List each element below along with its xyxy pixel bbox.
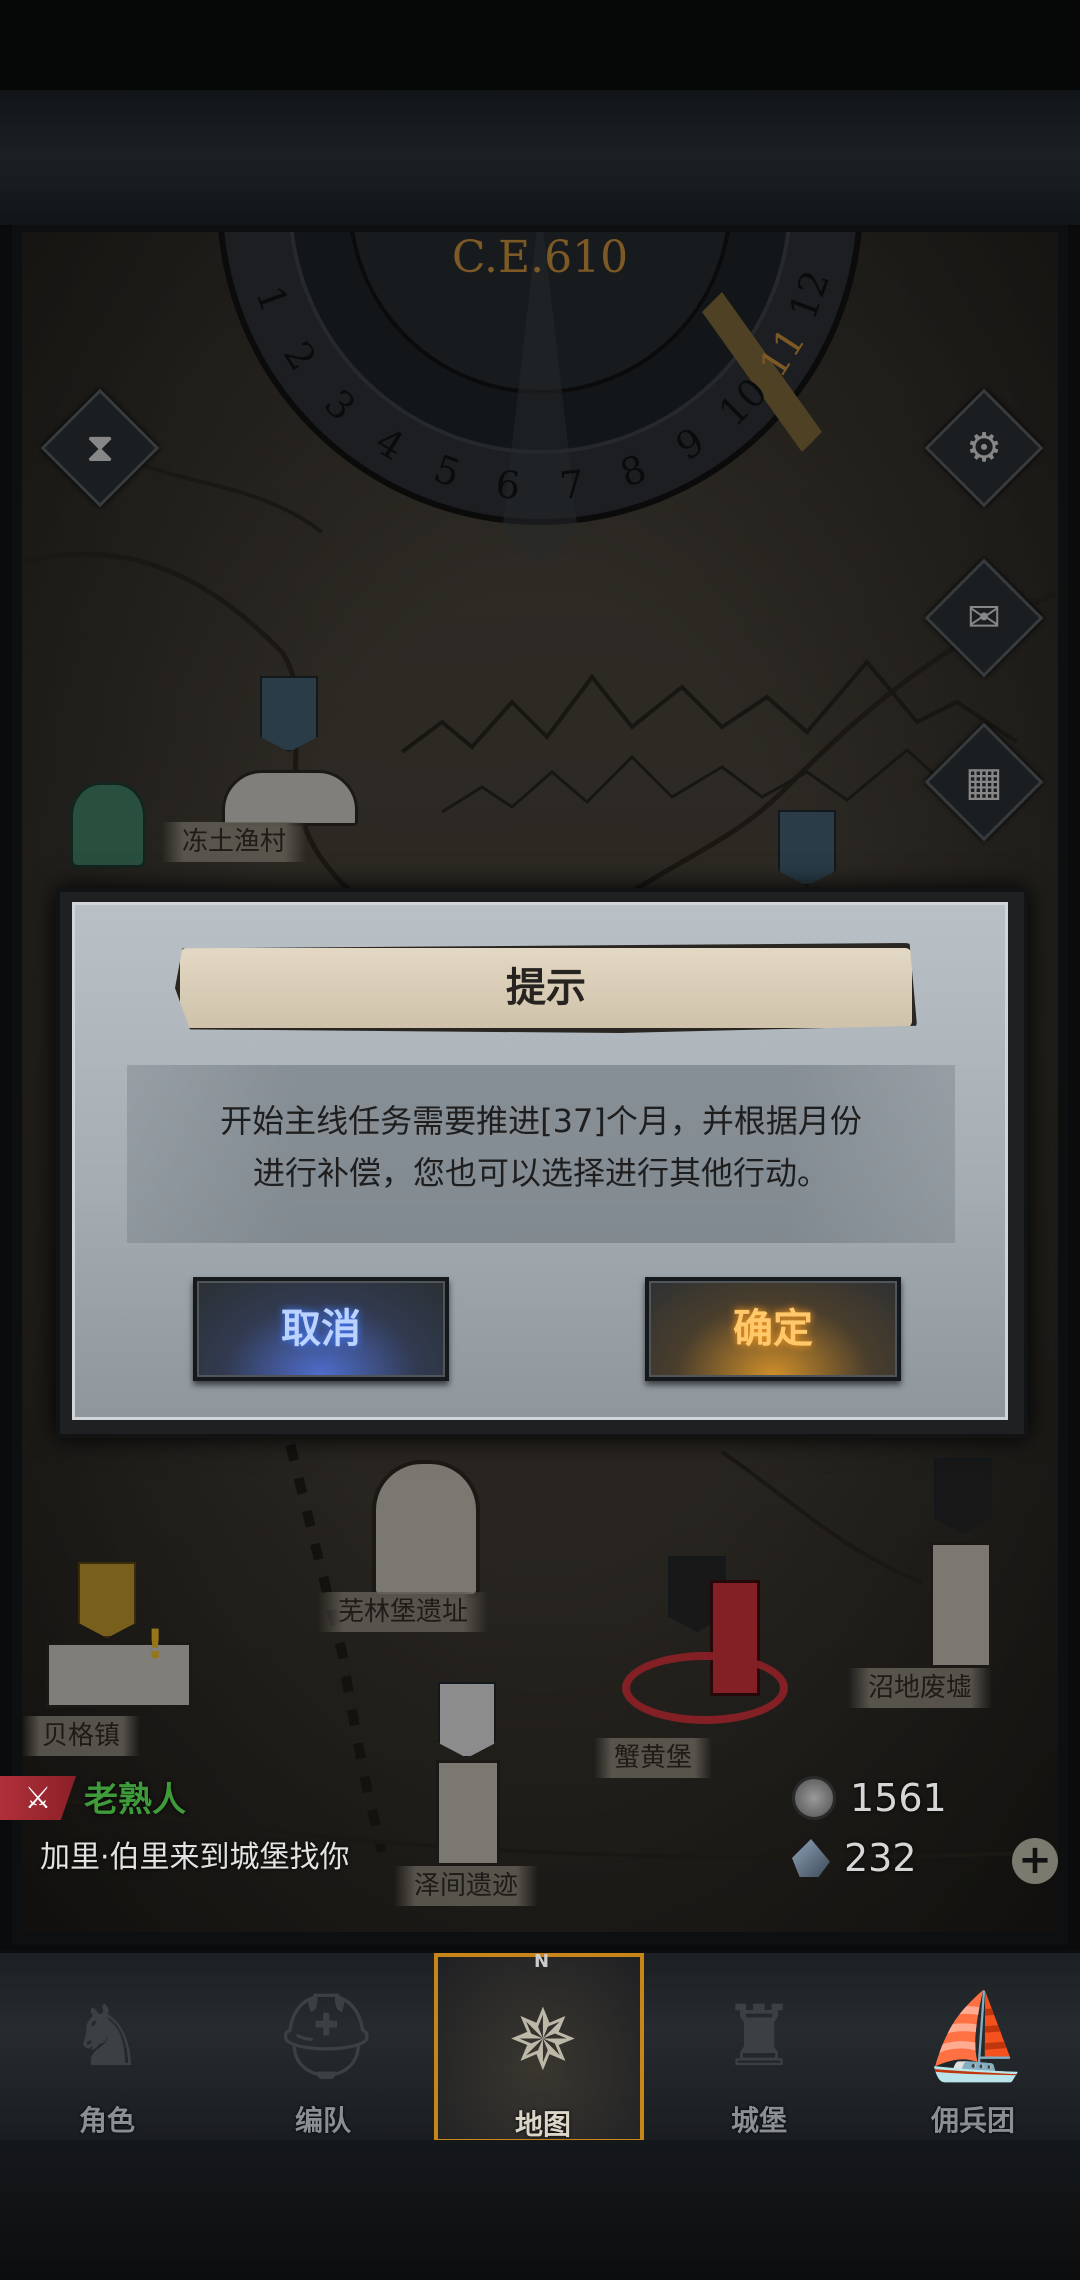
location-badge <box>778 810 836 886</box>
ruin-tower[interactable] <box>930 1542 992 1668</box>
location-badge <box>78 1562 136 1638</box>
castle-icon: ♜ <box>721 1987 797 2085</box>
helmet-icon: ⛑ <box>273 1987 380 2085</box>
knight-icon: ♞ <box>69 1987 145 2085</box>
status-area <box>0 0 1080 90</box>
nav-label: 编队 <box>294 2104 351 2137</box>
silver-amount: 1561 <box>850 1776 947 1820</box>
message-line: 开始主线任务需要推进[37]个月，并根据月份 <box>220 1102 862 1140</box>
location-label[interactable]: 芜林堡遗址 <box>318 1592 489 1632</box>
ruin-tower[interactable] <box>436 1760 500 1866</box>
cancel-button[interactable]: 取消 <box>193 1277 449 1381</box>
nav-item-mercenaries[interactable]: ⛵ 佣兵团 <box>868 1953 1078 2143</box>
gear-icon: ⚙ <box>966 425 1002 471</box>
quest-name: 老熟人 <box>84 1780 186 1820</box>
nav-item-character[interactable]: ♞ 角色 <box>2 1953 212 2143</box>
location-label[interactable]: 沼地废墟 <box>848 1668 993 1708</box>
ship-icon: ⛵ <box>923 1987 1028 2085</box>
top-bar <box>0 90 1080 228</box>
exclamation-icon: ! <box>146 1622 165 1668</box>
nav-item-map[interactable]: N ✵ 地图 <box>434 1951 644 2143</box>
nav-item-castle[interactable]: ♜ 城堡 <box>654 1953 864 2143</box>
silver-resource: 1561 <box>792 1776 947 1820</box>
locked-site[interactable] <box>372 1460 480 1598</box>
message-line: 进行补偿，您也可以选择进行其他行动。 <box>252 1154 829 1192</box>
crystal-icon <box>792 1839 830 1877</box>
silver-coin-icon <box>792 1776 836 1820</box>
nav-label: 角色 <box>78 2104 135 2137</box>
dialog-panel: 提示 开始主线任务需要推进[37]个月，并根据月份 进行补偿，您也可以选择进行其… <box>72 902 1008 1420</box>
compass-icon: ✵ <box>507 1991 579 2089</box>
crystal-resource: 232 <box>792 1836 917 1880</box>
location-badge <box>260 676 318 752</box>
crossed-swords-icon: ⚔ <box>0 1776 76 1820</box>
compass-north-marker: N <box>534 1951 550 1972</box>
dialog-title: 提示 <box>175 943 917 1033</box>
envelope-icon: ✉ <box>967 595 1001 641</box>
quest-description: 加里·伯里来到城堡找你 <box>40 1840 350 1875</box>
quest-tracker[interactable]: ⚔ 老熟人 加里·伯里来到城堡找你 <box>0 1772 420 1882</box>
crystal-amount: 232 <box>844 1836 917 1880</box>
hourglass-icon: ⧗ <box>85 425 115 471</box>
red-ring <box>622 1652 788 1724</box>
era-label: C.E.610 <box>451 232 629 283</box>
system-nav-area <box>0 2140 1080 2280</box>
confirm-button[interactable]: 确定 <box>645 1277 901 1381</box>
nav-item-formation[interactable]: ⛑ 编队 <box>218 1953 428 2143</box>
bottom-nav: ♞ 角色 ⛑ 编队 N ✵ 地图 ♜ 城堡 ⛵ 佣兵团 <box>0 1950 1080 2143</box>
location-badge <box>438 1682 496 1758</box>
village-building[interactable] <box>222 770 358 826</box>
location-label[interactable]: 蟹黄堡 <box>594 1738 713 1778</box>
location-label-partial: 城 <box>22 1356 49 1386</box>
location-label[interactable]: 冻土渔村 <box>162 822 307 862</box>
town-building[interactable] <box>46 1642 192 1708</box>
month-number: 6 <box>493 462 523 509</box>
location-badge <box>934 1458 992 1534</box>
nav-label: 城堡 <box>730 2104 787 2137</box>
nav-label: 地图 <box>514 2108 571 2141</box>
dialog-message: 开始主线任务需要推进[37]个月，并根据月份 进行补偿，您也可以选择进行其他行动… <box>127 1095 955 1199</box>
location-label[interactable]: 贝格镇 <box>22 1716 141 1756</box>
prompt-dialog: 提示 开始主线任务需要推进[37]个月，并根据月份 进行补偿，您也可以选择进行其… <box>56 888 1028 1438</box>
add-resource-button[interactable]: + <box>1012 1838 1058 1884</box>
month-number: 7 <box>557 462 587 509</box>
location-flag <box>70 782 146 868</box>
nav-label: 佣兵团 <box>930 2104 1015 2137</box>
window-icon: ▦ <box>965 759 1003 805</box>
